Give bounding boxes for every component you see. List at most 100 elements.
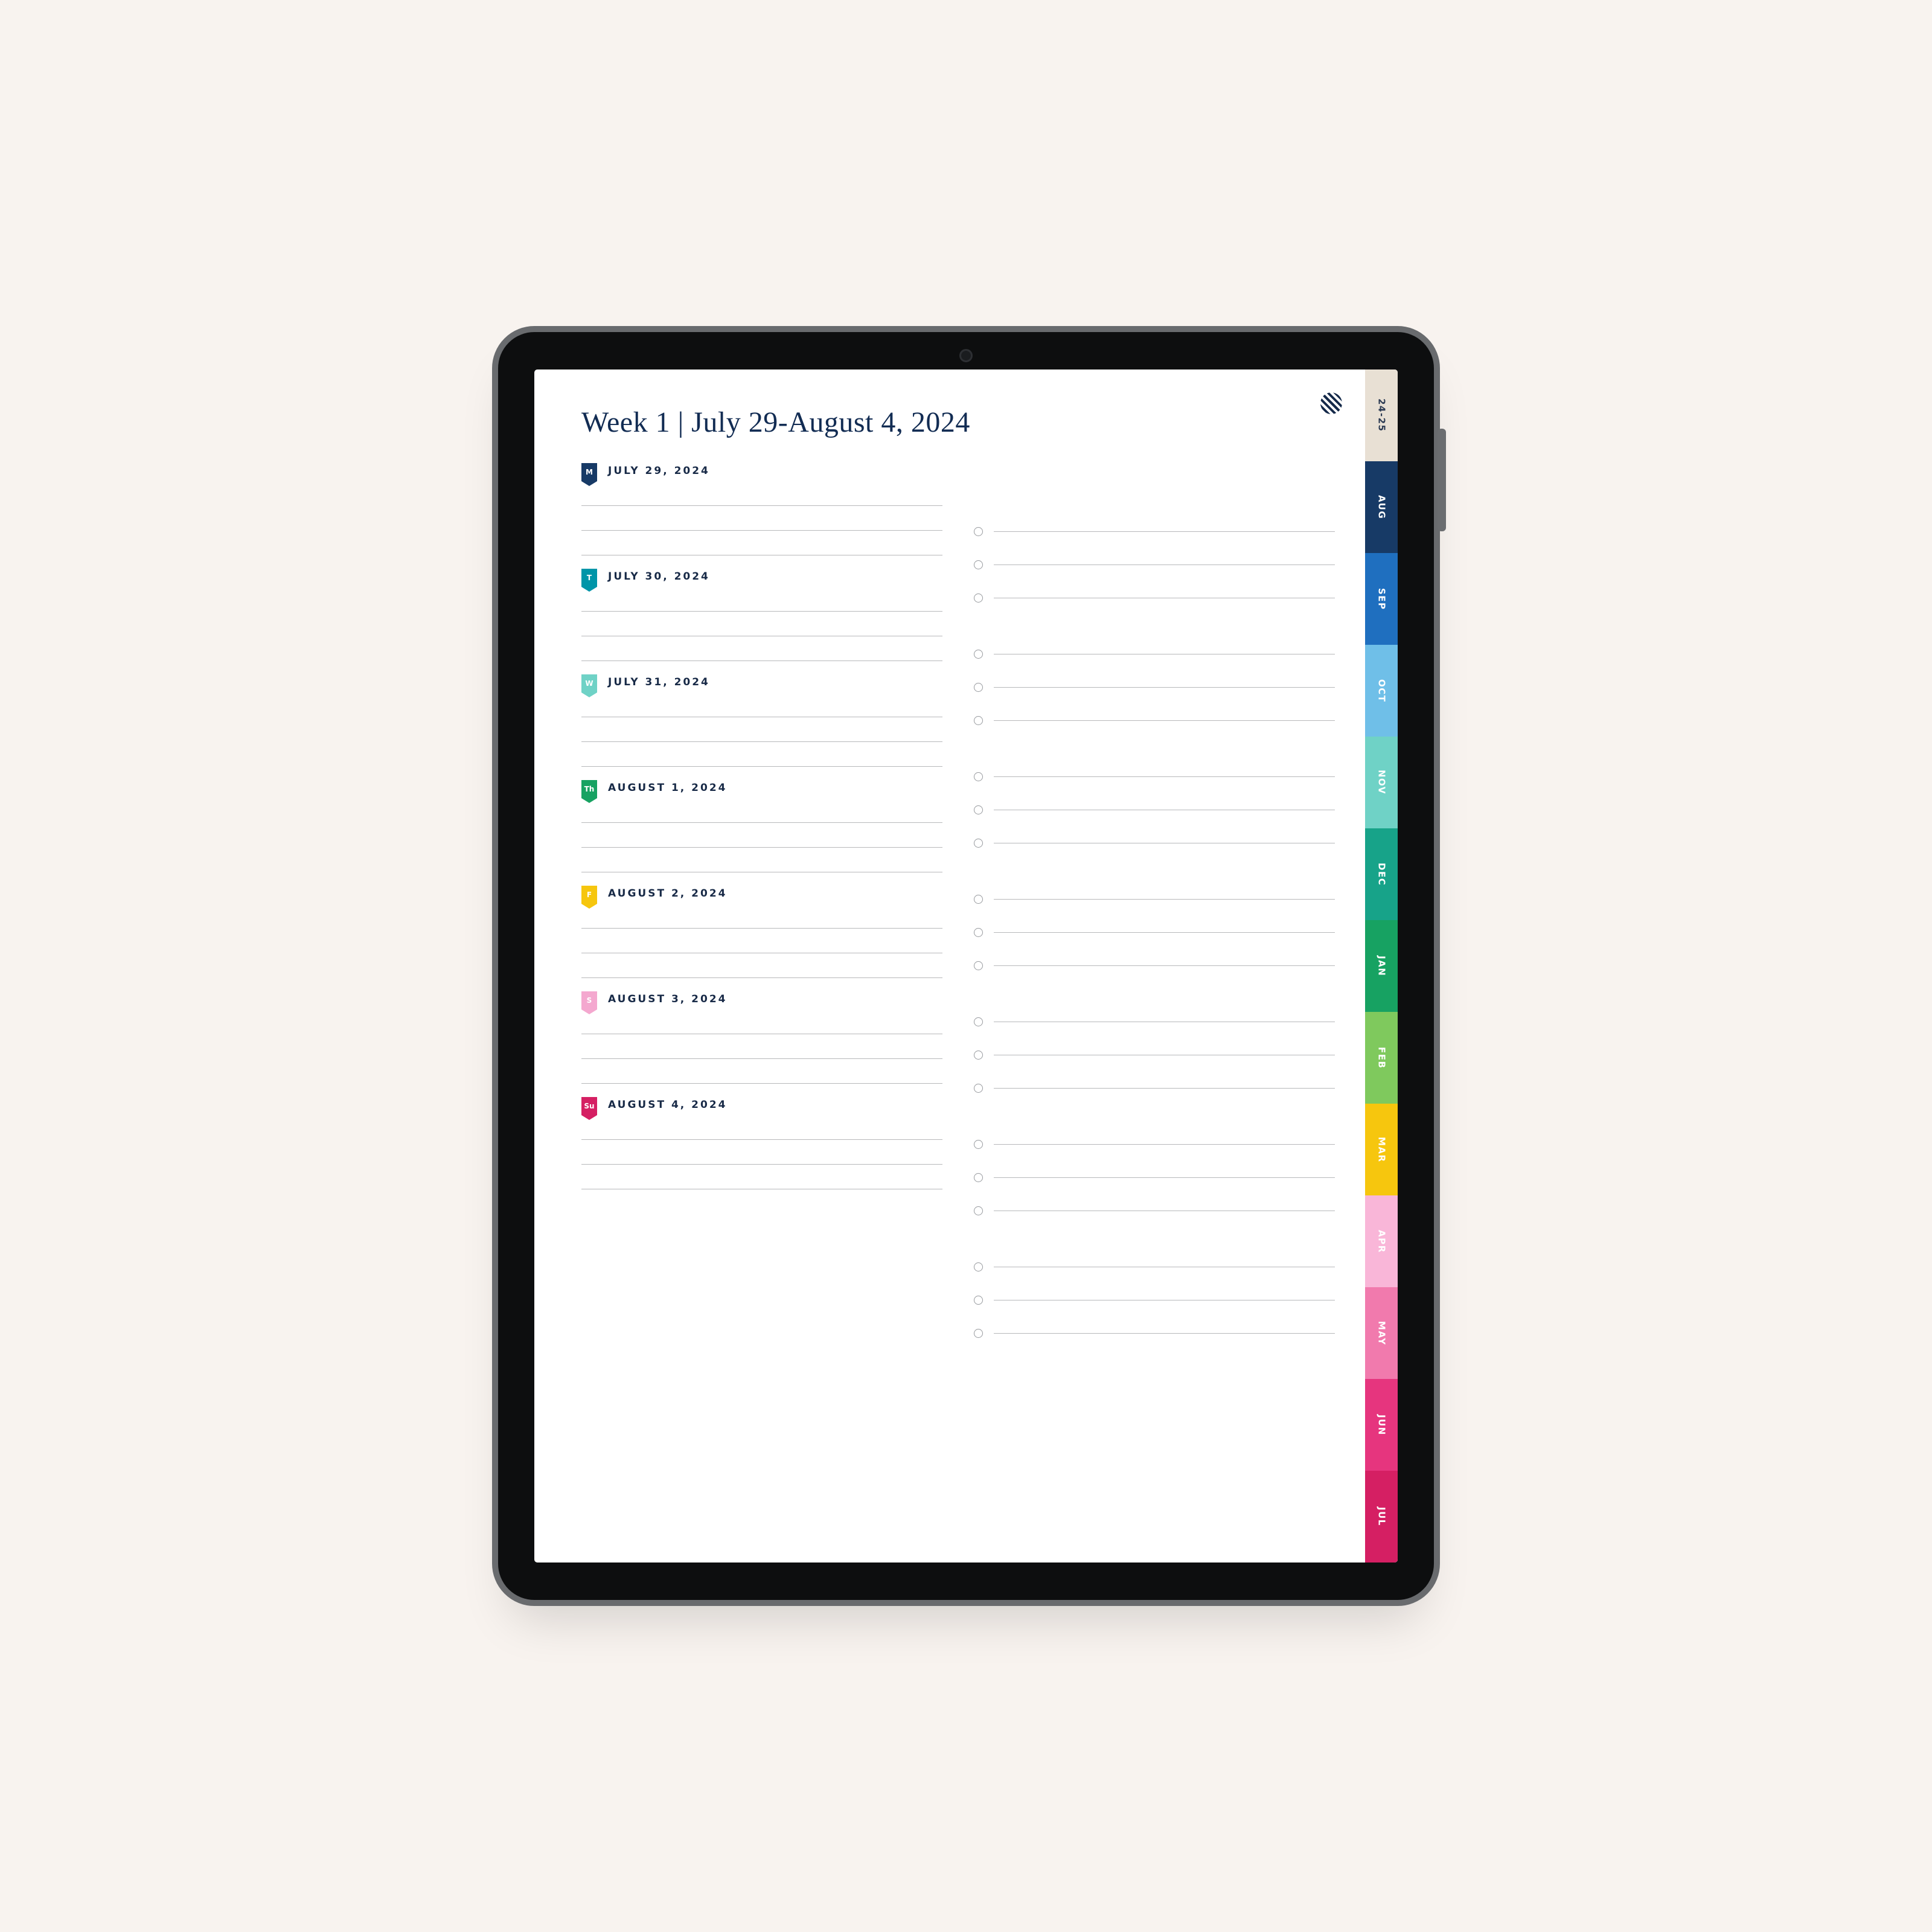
writing-line[interactable] (994, 1177, 1335, 1178)
checklist-line[interactable] (974, 895, 1335, 904)
screen: Week 1 | July 29-August 4, 2024 MJULY 29… (534, 369, 1398, 1563)
writing-line[interactable] (581, 1139, 942, 1140)
writing-line[interactable] (994, 965, 1335, 966)
checkbox-icon[interactable] (974, 1017, 983, 1026)
tab-jun[interactable]: JUN (1365, 1379, 1398, 1471)
checkbox-icon[interactable] (974, 1329, 983, 1338)
left-column: MJULY 29, 2024TJULY 30, 2024WJULY 31, 20… (581, 456, 942, 1516)
writing-line[interactable] (581, 530, 942, 531)
day-header: ThAUGUST 1, 2024 (581, 780, 942, 798)
checklist-line[interactable] (974, 716, 1335, 725)
checkbox-icon[interactable] (974, 527, 983, 536)
checklist-line[interactable] (974, 650, 1335, 659)
tab-may[interactable]: MAY (1365, 1287, 1398, 1379)
tab-sep[interactable]: SEP (1365, 553, 1398, 645)
checkbox-icon[interactable] (974, 650, 983, 659)
checkbox-icon[interactable] (974, 928, 983, 937)
page-title: Week 1 | July 29-August 4, 2024 (581, 406, 1335, 439)
writing-line[interactable] (581, 847, 942, 848)
writing-line[interactable] (581, 928, 942, 929)
checkbox-icon[interactable] (974, 772, 983, 781)
checkbox-icon[interactable] (974, 1173, 983, 1182)
tab-apr[interactable]: APR (1365, 1195, 1398, 1287)
tab-mar[interactable]: MAR (1365, 1104, 1398, 1195)
brand-logo-icon (1320, 392, 1342, 414)
checkbox-icon[interactable] (974, 895, 983, 904)
checklist-line[interactable] (974, 1262, 1335, 1271)
checkbox-icon[interactable] (974, 839, 983, 848)
checklist-line[interactable] (974, 1296, 1335, 1305)
writing-line[interactable] (994, 720, 1335, 721)
writing-line[interactable] (994, 1144, 1335, 1145)
writing-line[interactable] (994, 1333, 1335, 1334)
day-date: JULY 30, 2024 (608, 572, 710, 582)
tab-aug[interactable]: AUG (1365, 461, 1398, 553)
checklist-line[interactable] (974, 1206, 1335, 1215)
checklist-line[interactable] (974, 961, 1335, 970)
day-header: SAUGUST 3, 2024 (581, 991, 942, 1009)
checklist-line[interactable] (974, 527, 1335, 536)
writing-line[interactable] (581, 977, 942, 978)
right-column (974, 456, 1335, 1516)
day-flag-icon: W (581, 674, 597, 693)
checkbox-icon[interactable] (974, 1206, 983, 1215)
tab-oct[interactable]: OCT (1365, 645, 1398, 737)
checklist-line[interactable] (974, 772, 1335, 781)
checkbox-icon[interactable] (974, 560, 983, 569)
writing-line[interactable] (994, 687, 1335, 688)
day-flag-icon: Su (581, 1097, 597, 1115)
side-tabs: 24-25AUGSEPOCTNOVDECJANFEBMARAPRMAYJUNJU… (1365, 369, 1398, 1563)
writing-line[interactable] (581, 741, 942, 742)
checkbox-icon[interactable] (974, 961, 983, 970)
writing-line[interactable] (581, 611, 942, 612)
checkbox-icon[interactable] (974, 593, 983, 603)
day-date: JULY 31, 2024 (608, 677, 710, 688)
checklist-line[interactable] (974, 805, 1335, 814)
writing-line[interactable] (994, 932, 1335, 933)
checklist-line[interactable] (974, 560, 1335, 569)
tab-nov[interactable]: NOV (1365, 737, 1398, 828)
checkbox-icon[interactable] (974, 1051, 983, 1060)
checklist-line[interactable] (974, 839, 1335, 848)
writing-line[interactable] (581, 505, 942, 506)
writing-line[interactable] (581, 766, 942, 767)
day-header: MJULY 29, 2024 (581, 463, 942, 481)
tab-jul[interactable]: JUL (1365, 1471, 1398, 1563)
day-block: MJULY 29, 2024 (581, 463, 942, 555)
tab-24-25[interactable]: 24-25 (1365, 369, 1398, 461)
checklist-line[interactable] (974, 1084, 1335, 1093)
checklist-line[interactable] (974, 928, 1335, 937)
checkbox-icon[interactable] (974, 1084, 983, 1093)
writing-line[interactable] (581, 822, 942, 823)
writing-line[interactable] (581, 1164, 942, 1165)
day-block: W JULY 31, 2024 (581, 674, 942, 767)
checkbox-icon[interactable] (974, 1262, 983, 1271)
day-date: JULY 29, 2024 (608, 466, 710, 476)
checklist-line[interactable] (974, 1017, 1335, 1026)
front-camera (959, 349, 973, 362)
tab-jan[interactable]: JAN (1365, 920, 1398, 1012)
tab-feb[interactable]: FEB (1365, 1012, 1398, 1104)
checklist-line[interactable] (974, 1051, 1335, 1060)
day-header: W JULY 31, 2024 (581, 674, 942, 693)
day-date: AUGUST 3, 2024 (608, 994, 727, 1005)
checklist-line[interactable] (974, 1140, 1335, 1149)
power-button (1438, 429, 1446, 531)
writing-line[interactable] (994, 531, 1335, 532)
writing-line[interactable] (581, 1083, 942, 1084)
writing-line[interactable] (994, 1088, 1335, 1089)
checklist-line[interactable] (974, 1329, 1335, 1338)
writing-line[interactable] (994, 899, 1335, 900)
checkbox-icon[interactable] (974, 805, 983, 814)
day-flag-icon: F (581, 886, 597, 904)
tab-dec[interactable]: DEC (1365, 828, 1398, 920)
checkbox-icon[interactable] (974, 1296, 983, 1305)
checkbox-icon[interactable] (974, 1140, 983, 1149)
writing-line[interactable] (581, 1058, 942, 1059)
checkbox-icon[interactable] (974, 683, 983, 692)
checklist-line[interactable] (974, 683, 1335, 692)
writing-line[interactable] (994, 776, 1335, 777)
checkbox-icon[interactable] (974, 716, 983, 725)
checklist-line[interactable] (974, 1173, 1335, 1182)
checklist-line[interactable] (974, 593, 1335, 603)
